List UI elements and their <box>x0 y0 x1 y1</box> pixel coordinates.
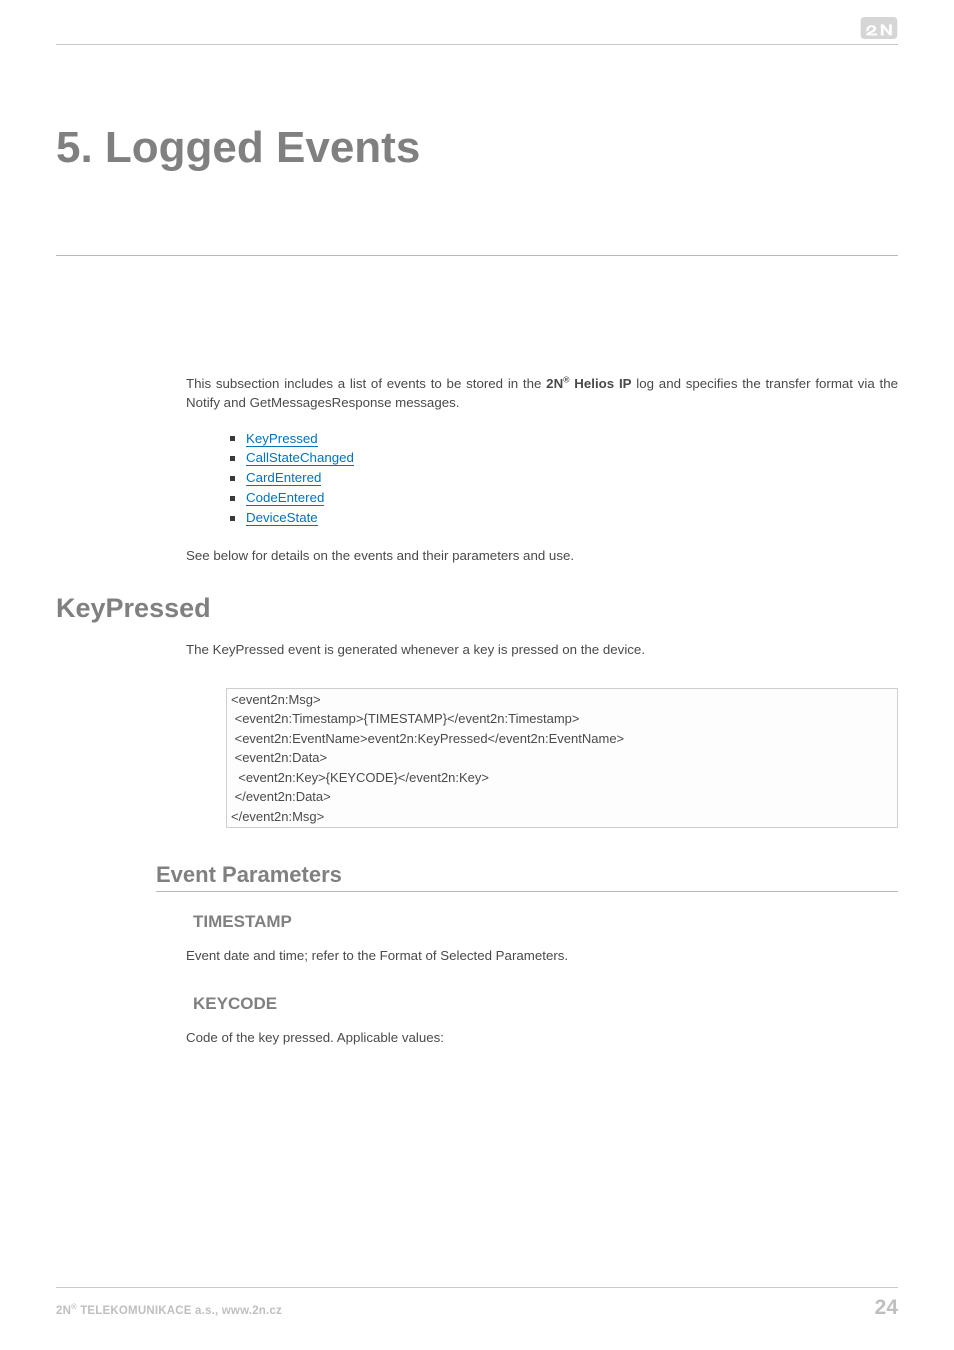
list-item: DeviceState <box>230 508 898 528</box>
title-underline <box>56 255 898 256</box>
link-cardentered[interactable]: CardEntered <box>246 470 321 486</box>
list-item: CardEntered <box>230 468 898 488</box>
timestamp-description: Event date and time; refer to the Format… <box>186 946 898 965</box>
see-below-text: See below for details on the events and … <box>186 546 898 565</box>
intro-text-pre: This subsection includes a list of event… <box>186 376 546 391</box>
keycode-description: Code of the key pressed. Applicable valu… <box>186 1028 898 1047</box>
link-devicestate[interactable]: DeviceState <box>246 510 318 526</box>
footer-company: 2N® TELEKOMUNIKACE a.s., www.2n.cz <box>56 1305 282 1317</box>
footer-page-number: 24 <box>875 1296 898 1320</box>
list-item: CodeEntered <box>230 488 898 508</box>
brand-logo-icon <box>860 17 898 39</box>
footer-left-pre: 2N <box>56 1305 71 1317</box>
page-footer: 2N® TELEKOMUNIKACE a.s., www.2n.cz 24 <box>56 1287 898 1320</box>
heading-event-parameters: Event Parameters <box>156 862 898 892</box>
event-link-list: KeyPressed CallStateChanged CardEntered … <box>230 429 898 529</box>
page-title: 5. Logged Events <box>56 123 898 173</box>
code-block-keypressed: <event2n:Msg> <event2n:Timestamp>{TIMEST… <box>226 688 898 829</box>
heading-timestamp: TIMESTAMP <box>193 912 898 932</box>
header-rule <box>56 44 898 45</box>
list-item: CallStateChanged <box>230 448 898 468</box>
footer-left-post: TELEKOMUNIKACE a.s., www.2n.cz <box>77 1305 282 1317</box>
link-callstatechanged[interactable]: CallStateChanged <box>246 450 354 466</box>
intro-bold-pre: 2N <box>546 376 563 391</box>
heading-keypressed: KeyPressed <box>56 593 898 624</box>
link-keypressed[interactable]: KeyPressed <box>246 431 318 447</box>
keypressed-description: The KeyPressed event is generated whenev… <box>186 640 898 659</box>
heading-keycode: KEYCODE <box>193 994 898 1014</box>
intro-bold-post: Helios IP <box>570 376 632 391</box>
link-codeentered[interactable]: CodeEntered <box>246 490 324 506</box>
intro-paragraph: This subsection includes a list of event… <box>186 374 898 413</box>
list-item: KeyPressed <box>230 429 898 449</box>
